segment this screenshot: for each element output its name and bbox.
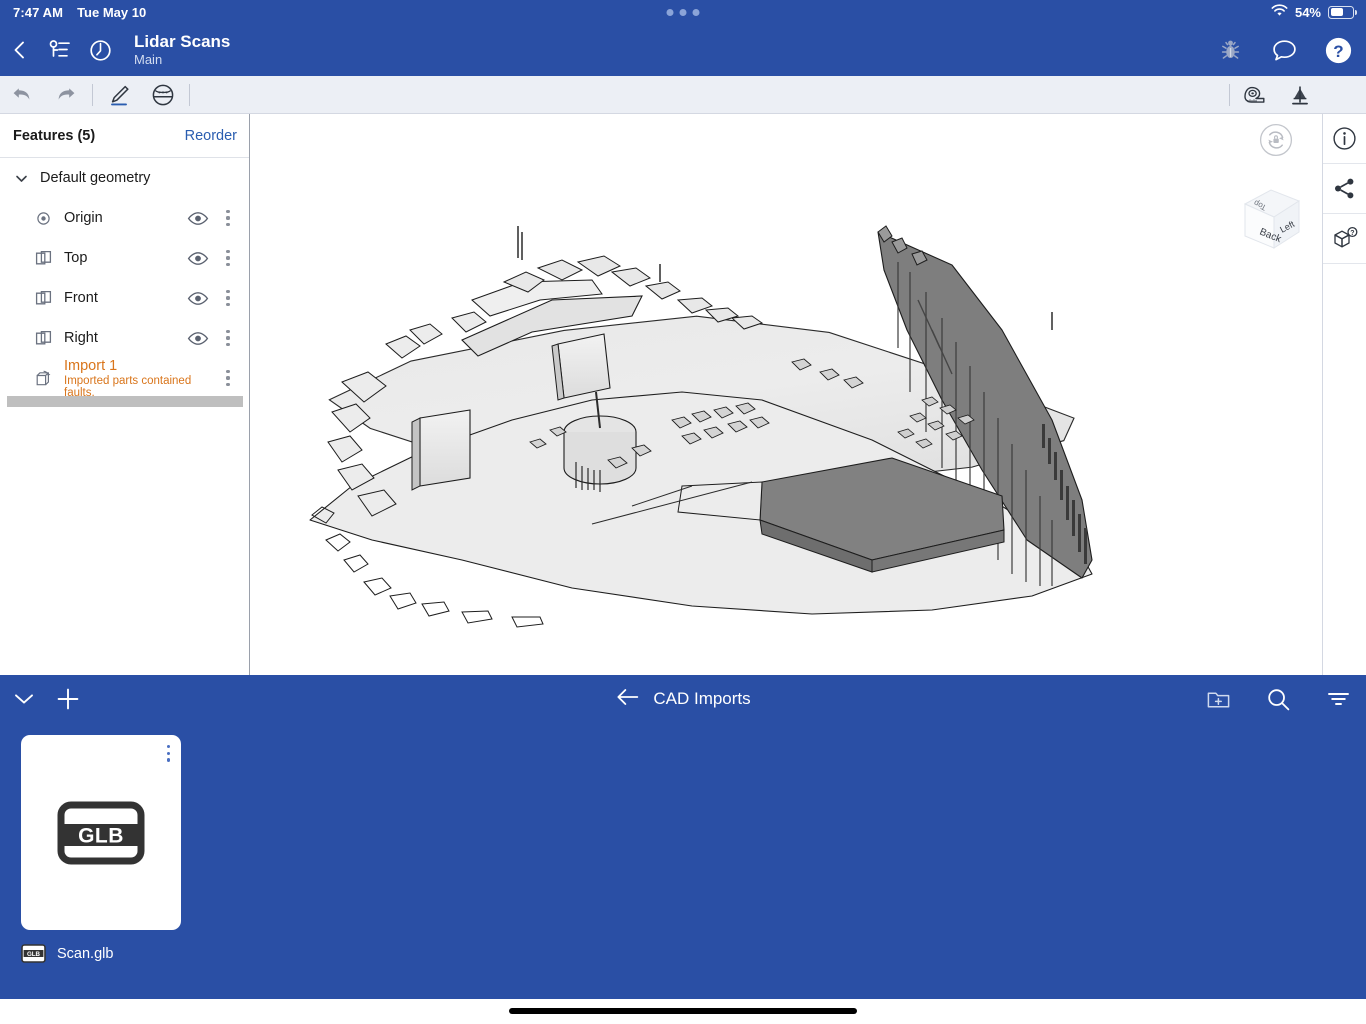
plane-icon [30,330,56,347]
plane-icon [30,290,56,307]
feature-tree-panel: Features (5) Reorder Default geometry Or… [0,114,250,675]
imports-file-grid: GLB GLB Scan.glb [0,723,1366,964]
onshape-app-window: 7:47 AM Tue May 10 54% [0,0,1366,1024]
page-title: Lidar Scans [134,32,230,52]
cad-imports-title-group: CAD Imports [615,688,750,711]
collapse-panel-button[interactable] [8,683,40,715]
battery-percent: 54% [1295,5,1321,20]
svg-text:?: ? [1333,42,1343,61]
share-icon[interactable] [1323,164,1366,214]
add-import-button[interactable] [52,683,84,715]
battery-icon [1328,6,1354,19]
feature-item-menu[interactable] [215,370,241,386]
feature-item-warning: Imported parts contained faults. [64,375,215,399]
file-thumbnail[interactable]: GLB [21,735,181,930]
info-circle-icon[interactable] [1323,114,1366,164]
home-indicator-zone [0,999,1366,1024]
toolbar-right-group [1225,76,1322,114]
filter-icon[interactable] [1322,683,1354,715]
svg-text:GLB: GLB [27,951,41,958]
bug-icon[interactable] [1210,30,1250,70]
app-header-actions: ? [1210,30,1358,70]
feature-item-label: Top [64,250,181,266]
visibility-toggle[interactable] [181,291,215,306]
cube-question-icon[interactable]: ? [1323,214,1366,264]
svg-text:GLB: GLB [78,824,124,847]
file-name-row: GLB Scan.glb [21,943,181,964]
reorder-button[interactable]: Reorder [185,128,237,144]
lidar-scan-mesh [250,114,1322,675]
comment-bubble-icon[interactable] [1264,30,1304,70]
cad-imports-left-actions [0,683,84,715]
visibility-toggle[interactable] [181,211,215,226]
feature-item-menu[interactable] [215,210,241,226]
home-indicator[interactable] [509,1008,857,1014]
svg-text:?: ? [1350,230,1354,237]
redo-button[interactable] [44,76,88,114]
feature-item-top[interactable]: Top [0,238,249,278]
feature-item-label: Import 1 [64,358,215,374]
features-count-label: Features (5) [13,128,95,144]
measuring-tape-icon[interactable] [1234,76,1278,114]
shaded-sphere-icon[interactable] [141,76,185,114]
version-branch-icon[interactable] [40,30,80,70]
sketch-pencil-icon[interactable] [97,76,141,114]
document-title-block[interactable]: Lidar Scans Main [134,32,230,67]
feature-tree-header: Features (5) Reorder [0,114,249,158]
feature-item-menu[interactable] [215,330,241,346]
file-menu-button[interactable] [167,745,170,762]
origin-point-icon [30,211,56,226]
status-time: 7:47 AM [13,5,63,20]
help-question-icon[interactable]: ? [1318,30,1358,70]
rollback-bar[interactable] [7,396,243,407]
glb-file-icon: GLB [51,783,151,883]
toolbar-divider-3 [1229,84,1230,106]
new-folder-icon[interactable] [1202,683,1234,715]
dynamic-island-dots [667,9,700,16]
plane-icon [30,250,56,267]
feature-item-import-1[interactable]: Import 1 Imported parts contained faults… [0,358,249,398]
cad-imports-title: CAD Imports [653,689,750,709]
toolbar-divider [92,84,93,106]
feature-group-label: Default geometry [40,170,241,186]
status-date: Tue May 10 [77,5,146,20]
feature-item-menu[interactable] [215,250,241,266]
status-right-cluster: 54% [1271,4,1354,20]
feature-item-label: Right [64,330,181,346]
workspace-label: Main [134,53,230,68]
feature-item-menu[interactable] [215,290,241,306]
import-icon [30,369,56,388]
right-tool-rail: ? [1322,114,1366,675]
3d-viewport[interactable]: Back Left Top [250,114,1322,675]
wifi-icon [1271,4,1288,20]
visibility-toggle[interactable] [181,331,215,346]
feature-item-front[interactable]: Front [0,278,249,318]
ios-status-bar: 7:47 AM Tue May 10 54% [0,0,1366,24]
feature-item-label: Front [64,290,181,306]
edit-toolbar [0,76,1366,114]
feature-item-right[interactable]: Right [0,318,249,358]
file-name-label: Scan.glb [57,946,113,962]
undo-button[interactable] [0,76,44,114]
feature-item-text-block: Import 1 Imported parts contained faults… [64,358,215,399]
feature-item-label: Origin [64,210,181,226]
visibility-toggle[interactable] [181,251,215,266]
glb-file-badge-icon: GLB [21,943,46,964]
cad-imports-toolbar: CAD Imports [0,675,1366,723]
rotation-lock-icon[interactable] [1258,122,1294,158]
cad-imports-right-actions [1202,683,1354,715]
view-cube[interactable]: Back Left Top [1227,176,1313,262]
search-icon[interactable] [1262,683,1294,715]
feature-item-origin[interactable]: Origin [0,198,249,238]
cad-imports-panel: CAD Imports [0,675,1366,999]
history-clock-icon[interactable] [80,30,120,70]
chevron-down-icon[interactable] [10,171,32,186]
feature-group-default-geometry[interactable]: Default geometry [0,158,249,198]
file-card[interactable]: GLB GLB Scan.glb [21,735,181,964]
scale-balance-icon[interactable] [1278,76,1322,114]
back-button[interactable] [0,30,40,70]
back-arrow-icon[interactable] [615,688,639,711]
app-header-bar: Lidar Scans Main [0,24,1366,76]
toolbar-divider-2 [189,84,190,106]
